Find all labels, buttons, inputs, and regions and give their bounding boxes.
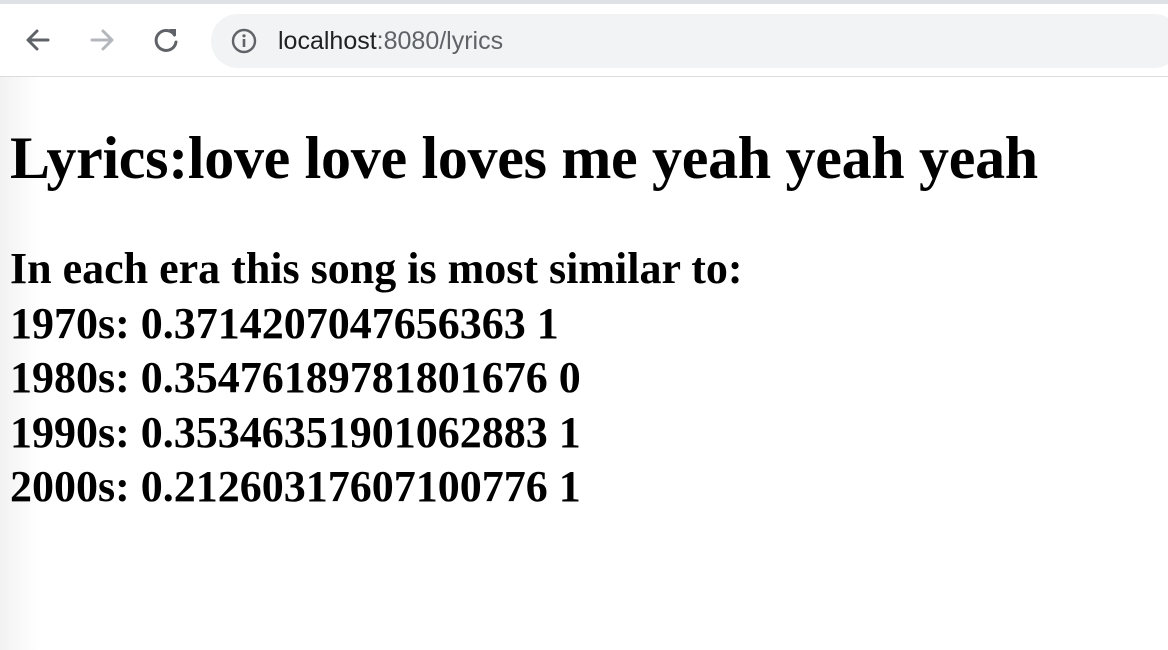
era-line-2000s: 2000s: 0.21260317607100776 1 xyxy=(10,462,581,511)
page-content: Lyrics:love love loves me yeah yeah yeah… xyxy=(0,77,1168,650)
forward-button[interactable] xyxy=(84,22,120,58)
intro-text: In each era this song is most similar to… xyxy=(10,244,743,293)
era-line-1990s: 1990s: 0.35346351901062883 1 xyxy=(10,407,581,457)
url-text[interactable]: localhost:8080/lyrics xyxy=(278,27,503,55)
era-line-1970s: 1970s: 0.3714207047656363 1 xyxy=(10,298,559,348)
url-host: localhost xyxy=(278,27,377,55)
era-results: In each era this song is most similar to… xyxy=(10,242,743,515)
back-button[interactable] xyxy=(20,22,56,58)
era-line-1980s: 1980s: 0.35476189781801676 0 xyxy=(10,353,581,402)
browser-toolbar: localhost:8080/lyrics xyxy=(0,0,1168,77)
url-path: :8080/lyrics xyxy=(376,27,504,55)
reload-icon xyxy=(154,28,178,52)
info-icon[interactable] xyxy=(231,28,257,54)
address-bar[interactable]: localhost:8080/lyrics xyxy=(211,14,1168,68)
arrow-right-icon xyxy=(90,29,114,51)
reload-button[interactable] xyxy=(148,22,184,58)
page-title: Lyrics:love love loves me yeah yeah yeah xyxy=(10,125,1038,191)
arrow-left-icon xyxy=(26,29,50,51)
